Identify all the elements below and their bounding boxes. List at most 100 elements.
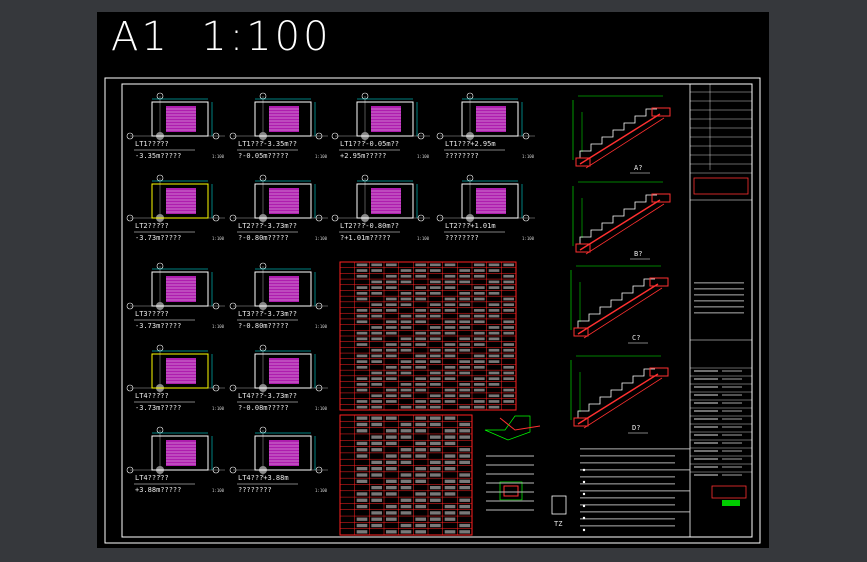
table-cell-text — [400, 297, 412, 301]
table-cell-text — [371, 467, 382, 471]
title-logo-box — [711, 485, 747, 499]
table-cell-text — [459, 320, 470, 324]
title-value — [722, 386, 742, 388]
table-cell-text — [474, 383, 485, 386]
table-cell-text — [386, 377, 397, 381]
stair-flight-hatch — [269, 188, 299, 214]
note-bullet — [582, 528, 586, 532]
table-cell-text — [356, 448, 368, 452]
table-cell-text — [459, 394, 470, 398]
table-lower — [339, 414, 473, 536]
table-cell-text — [400, 504, 412, 509]
table-cell-text — [400, 314, 412, 318]
table-cell-text — [386, 326, 397, 329]
table-cell-text — [444, 303, 456, 307]
table-cell-text — [415, 400, 426, 403]
detail-group: TZ — [484, 415, 690, 532]
table-upper — [339, 261, 517, 411]
detail-note-line — [486, 482, 534, 484]
table-cell-text — [444, 492, 456, 496]
table-cell-text — [386, 504, 397, 509]
table-cell-text — [444, 530, 456, 534]
table-cell-text — [386, 454, 397, 458]
table-cell-text — [430, 467, 441, 471]
general-note-line — [580, 462, 675, 464]
table-cell-text — [474, 337, 485, 341]
table-cell-text — [400, 448, 412, 452]
table-cell-text — [444, 388, 456, 392]
table-cell-text — [386, 263, 397, 267]
note-bullet — [582, 480, 586, 484]
table-cell-text — [459, 435, 470, 439]
general-note-line — [580, 497, 675, 499]
plan-label-line1: LT1???-0.05m?? — [340, 140, 399, 148]
plan-label-line2: +2.95m????? — [340, 152, 386, 160]
table-cell-text — [356, 286, 368, 289]
table-cell-text — [400, 269, 412, 272]
table-cell-text — [371, 460, 382, 465]
table-cell-text — [356, 479, 368, 483]
table-cell-text — [503, 280, 514, 284]
stair-flight-hatch — [269, 276, 299, 302]
table-cell-text — [444, 371, 456, 375]
table-cell-text — [459, 348, 470, 352]
table-cell-text — [430, 371, 441, 375]
table-cell-text — [356, 343, 368, 346]
table-cell-text — [474, 388, 485, 392]
table-cell-text — [474, 331, 485, 335]
plan-label-line1: LT4????? — [135, 474, 169, 482]
table-cell-text — [386, 297, 397, 301]
table-cell-text — [459, 448, 470, 452]
table-cell-text — [488, 394, 500, 398]
note-bullet — [582, 468, 586, 472]
table-cell-text — [459, 280, 470, 284]
table-cell-text — [444, 467, 456, 471]
table-cell-text — [400, 303, 412, 307]
table-cell-text — [415, 441, 426, 446]
plan-scale: 1:100 — [417, 236, 430, 241]
table-cell-text — [503, 354, 514, 358]
table-cell-text — [400, 326, 412, 329]
plan-label-line1: LT2????? — [135, 222, 169, 230]
table-cell-text — [430, 331, 441, 335]
table-cell-text — [371, 263, 382, 267]
table-cell-text — [430, 492, 441, 496]
title-note-line — [694, 300, 744, 302]
plan-scale: 1:100 — [315, 324, 328, 329]
table-cell-text — [444, 343, 456, 346]
title-value — [722, 450, 742, 452]
table-cell-text — [356, 269, 368, 272]
title-value — [722, 370, 742, 372]
drawing-svg[interactable]: LT1????? -3.35m????? 1:100 LT1???-3.35m?? ?-… — [0, 0, 867, 562]
title-value — [722, 426, 742, 428]
table-cell-text — [415, 467, 426, 471]
table-cell-text — [503, 303, 514, 307]
table-cell-text — [444, 365, 456, 369]
stair-plan-LT3b: LT3???-3.73m?? ?-0.80m????? 1:100 — [229, 262, 328, 330]
table-cell-text — [474, 297, 485, 301]
table-cell-text — [371, 523, 382, 528]
plan-scale: 1:100 — [522, 154, 535, 159]
plan-scale: 1:100 — [212, 488, 225, 493]
table-cell-text — [400, 343, 412, 346]
stair-plan-LT1d: LT1???+2.95m???????? 1:100 — [436, 92, 535, 160]
stair-plans-group: LT1????? -3.35m????? 1:100 LT1???-3.35m?? ?-… — [126, 92, 535, 494]
table-cell-text — [415, 383, 426, 386]
table-cell-text — [503, 297, 514, 301]
plan-label-line1: LT3???-3.73m?? — [238, 310, 297, 318]
table-cell-text — [400, 498, 412, 502]
table-cell-text — [474, 269, 485, 272]
table-cell-text — [356, 492, 368, 496]
table-cell-text — [444, 485, 456, 490]
table-cell-text — [430, 326, 441, 329]
table-cell-text — [503, 286, 514, 289]
table-cell-text — [356, 422, 368, 427]
table-cell-text — [386, 416, 397, 420]
table-cell-text — [474, 405, 485, 409]
stair-plan-LT2b: LT2???-3.73m?? ?-0.80m????? 1:100 — [229, 174, 328, 242]
table-cell-text — [503, 343, 514, 346]
stair-flight-hatch — [166, 188, 196, 214]
table-cell-text — [356, 473, 368, 477]
table-cell-text — [415, 530, 426, 534]
stair-flight-hatch — [269, 358, 299, 384]
